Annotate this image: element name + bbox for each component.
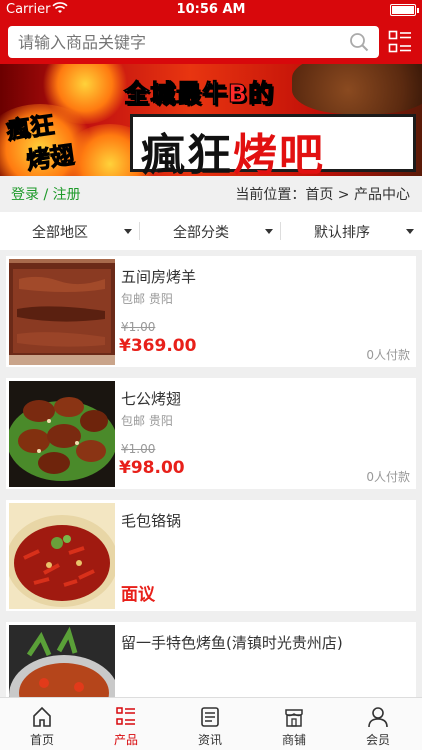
promo-banner[interactable]: 全城最牛B的 瘋狂烤吧 瘋狂 烤翅 bbox=[0, 64, 422, 176]
filter-sort[interactable]: 默认排序 bbox=[282, 212, 422, 250]
tab-products[interactable]: 产品 bbox=[84, 698, 168, 750]
banner-slogan-box: 瘋狂烤吧 bbox=[130, 114, 416, 176]
product-paid-count: 0人付款 bbox=[366, 348, 410, 362]
user-icon bbox=[368, 707, 388, 728]
bottom-tab-bar: 首页 产品 资讯 商铺 会员 bbox=[0, 697, 422, 750]
tab-store[interactable]: 商铺 bbox=[252, 698, 336, 750]
product-paid-count: 0人付款 bbox=[366, 470, 410, 484]
tab-store-label: 商铺 bbox=[281, 733, 306, 747]
search-bar bbox=[0, 20, 422, 64]
list-icon bbox=[116, 707, 135, 725]
product-name[interactable]: 毛包铬锅 bbox=[121, 510, 181, 531]
product-name[interactable]: 留一手特色烤鱼(清镇时光贵州店) bbox=[121, 632, 343, 653]
product-image-spicy-pot[interactable] bbox=[9, 503, 115, 609]
search-icon[interactable] bbox=[349, 32, 369, 52]
product-card[interactable]: 五间房烤羊 包邮 贵阳 ¥1.00 ¥369.00 0人付款 bbox=[6, 256, 416, 367]
tab-home[interactable]: 首页 bbox=[0, 698, 84, 750]
breadcrumb: 当前位置：首页 > 产品中心 bbox=[235, 187, 410, 203]
search-box[interactable] bbox=[8, 26, 379, 58]
tab-member[interactable]: 会员 bbox=[336, 698, 420, 750]
product-image-roast-lamb[interactable] bbox=[9, 259, 115, 365]
banner-slogan-line2: 瘋狂烤吧 bbox=[141, 130, 325, 176]
product-card[interactable]: 毛包铬锅 面议 bbox=[6, 500, 416, 611]
filter-category-label: 全部分类 bbox=[173, 225, 229, 241]
login-register-link[interactable]: 登录 / 注册 bbox=[11, 184, 81, 204]
product-price-negotiable: 面议 bbox=[121, 585, 155, 605]
filter-region[interactable]: 全部地区 bbox=[0, 212, 140, 250]
tab-products-label: 产品 bbox=[113, 733, 138, 747]
banner-corner-text-bottom: 烤翅 bbox=[24, 139, 77, 176]
product-original-price: ¥1.00 bbox=[121, 320, 156, 334]
tab-news-label: 资讯 bbox=[197, 733, 222, 747]
home-icon bbox=[33, 706, 51, 727]
tab-news[interactable]: 资讯 bbox=[168, 698, 252, 750]
news-icon bbox=[201, 707, 219, 727]
tab-member-label: 会员 bbox=[365, 733, 390, 747]
banner-slogan-line1: 全城最牛B的 bbox=[123, 79, 275, 109]
search-input[interactable] bbox=[18, 31, 338, 53]
clock: 10:56 AM bbox=[176, 2, 246, 17]
product-image-chicken-wings[interactable] bbox=[9, 381, 115, 487]
filter-bar: 全部地区 全部分类 默认排序 bbox=[0, 212, 422, 250]
product-name[interactable]: 七公烤翅 bbox=[121, 388, 181, 409]
product-price: ¥98.00 bbox=[119, 458, 185, 478]
chevron-down-icon bbox=[406, 229, 414, 234]
store-icon bbox=[285, 709, 303, 727]
location-bar: 登录 / 注册 当前位置：首页 > 产品中心 bbox=[0, 176, 422, 210]
status-bar: Carrier 10:56 AM bbox=[0, 0, 422, 20]
filter-region-label: 全部地区 bbox=[32, 225, 88, 241]
product-shipping: 包邮 贵阳 bbox=[121, 414, 173, 428]
grilled-meat-image bbox=[292, 64, 422, 114]
filter-category[interactable]: 全部分类 bbox=[141, 212, 281, 250]
product-shipping: 包邮 贵阳 bbox=[121, 292, 173, 306]
product-price: ¥369.00 bbox=[119, 336, 197, 356]
filter-sort-label: 默认排序 bbox=[314, 225, 370, 241]
product-original-price: ¥1.00 bbox=[121, 442, 156, 456]
chevron-down-icon bbox=[124, 229, 132, 234]
chevron-down-icon bbox=[265, 229, 273, 234]
tab-home-label: 首页 bbox=[29, 733, 54, 747]
product-name[interactable]: 五间房烤羊 bbox=[121, 266, 196, 287]
product-card[interactable]: 七公烤翅 包邮 贵阳 ¥1.00 ¥98.00 0人付款 bbox=[6, 378, 416, 489]
battery-icon bbox=[390, 4, 419, 16]
category-menu-icon[interactable] bbox=[388, 30, 412, 54]
